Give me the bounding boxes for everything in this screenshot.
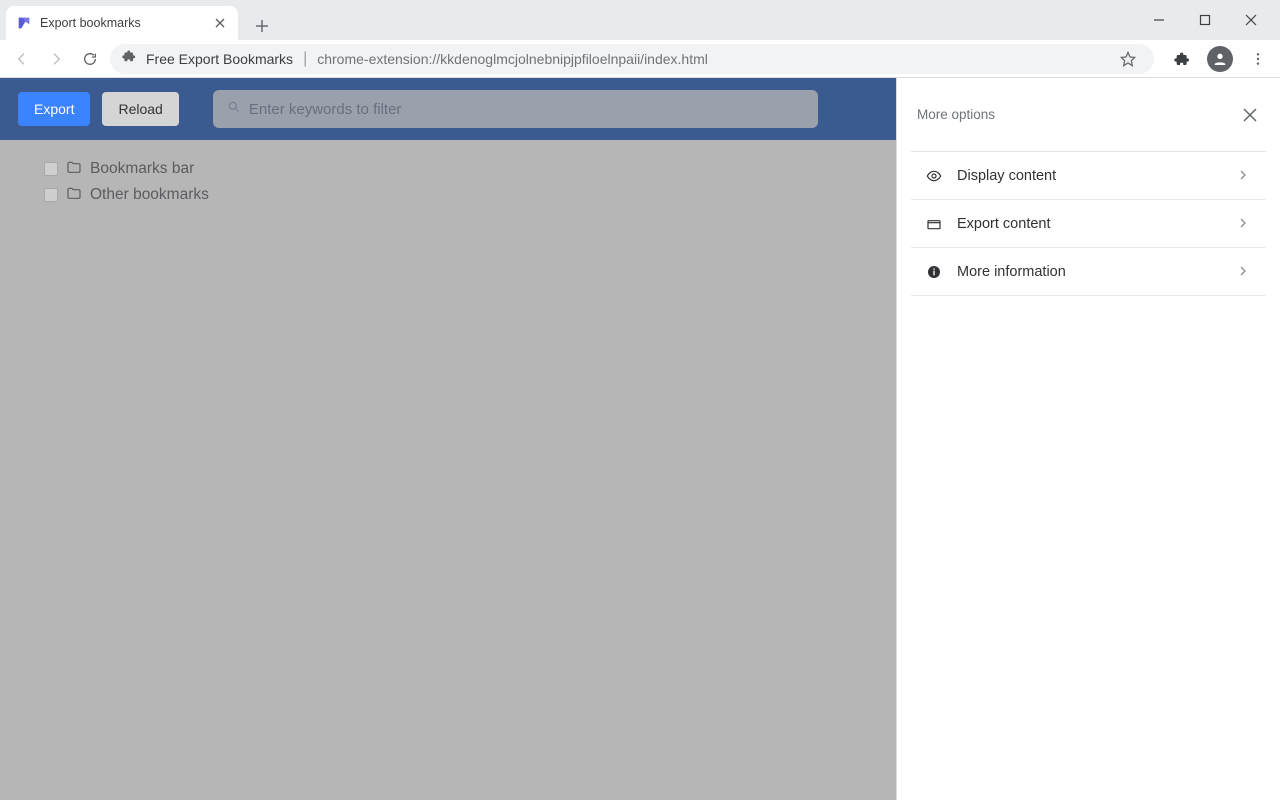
sidepanel-close-icon[interactable] <box>1238 103 1262 127</box>
window-close-button[interactable] <box>1228 4 1274 36</box>
folder-icon <box>66 186 82 205</box>
browser-toolbar: Free Export Bookmarks | chrome-extension… <box>0 40 1280 78</box>
extensions-icon[interactable] <box>1168 45 1196 73</box>
tree-row[interactable]: Other bookmarks <box>44 182 852 208</box>
chevron-right-icon <box>1238 263 1248 281</box>
toolbar-right-icons <box>1160 45 1272 73</box>
window-controls <box>1136 0 1280 40</box>
folder-icon <box>66 160 82 179</box>
nav-forward-button[interactable] <box>42 45 70 73</box>
export-icon <box>925 216 943 232</box>
page-content: Export Reload Bookmarks bar <box>0 78 896 800</box>
more-options-panel: More options Display content Export cont… <box>896 78 1280 800</box>
browser-titlebar: Export bookmarks <box>0 0 1280 40</box>
reload-button[interactable]: Reload <box>102 92 178 126</box>
viewport: Export Reload Bookmarks bar <box>0 78 1280 800</box>
nav-reload-button[interactable] <box>76 45 104 73</box>
filter-box[interactable] <box>213 90 818 128</box>
page-header: Export Reload <box>0 78 896 140</box>
tab-close-icon[interactable] <box>212 15 228 31</box>
window-maximize-button[interactable] <box>1182 4 1228 36</box>
bookmark-tree: Bookmarks bar Other bookmarks <box>0 140 896 800</box>
extension-icon <box>122 49 136 68</box>
sidepanel-item-export-content[interactable]: Export content <box>911 200 1266 248</box>
omnibox-secondary-text: chrome-extension://kkdenoglmcjolnebnipjp… <box>317 51 708 67</box>
omnibox-primary-text: Free Export Bookmarks <box>146 51 293 67</box>
eye-icon <box>925 168 943 184</box>
info-icon <box>925 264 943 280</box>
omnibox[interactable]: Free Export Bookmarks | chrome-extension… <box>110 44 1154 74</box>
tree-row[interactable]: Bookmarks bar <box>44 156 852 182</box>
sidepanel-item-label: Display content <box>957 168 1224 184</box>
sidepanel-item-display-content[interactable]: Display content <box>911 152 1266 200</box>
checkbox[interactable] <box>44 188 58 202</box>
new-tab-button[interactable] <box>248 12 276 40</box>
nav-back-button[interactable] <box>8 45 36 73</box>
sidepanel-header: More options <box>897 78 1280 151</box>
search-icon <box>227 100 241 119</box>
omnibox-separator: | <box>303 50 307 68</box>
tree-row-label: Bookmarks bar <box>90 160 194 178</box>
tree-row-label: Other bookmarks <box>90 186 209 204</box>
bookmark-star-icon[interactable] <box>1114 45 1142 73</box>
window-minimize-button[interactable] <box>1136 4 1182 36</box>
export-button[interactable]: Export <box>18 92 90 126</box>
browser-tab[interactable]: Export bookmarks <box>6 6 238 40</box>
browser-menu-icon[interactable] <box>1244 45 1272 73</box>
tab-title: Export bookmarks <box>40 16 212 30</box>
sidepanel-title: More options <box>917 107 995 122</box>
checkbox[interactable] <box>44 162 58 176</box>
sidepanel-item-label: More information <box>957 264 1224 280</box>
sidepanel-item-label: Export content <box>957 216 1224 232</box>
chevron-right-icon <box>1238 215 1248 233</box>
tab-favicon-icon <box>16 15 32 31</box>
tab-strip: Export bookmarks <box>0 6 1136 40</box>
filter-input[interactable] <box>249 101 804 118</box>
chevron-right-icon <box>1238 167 1248 185</box>
profile-avatar[interactable] <box>1206 45 1234 73</box>
sidepanel-item-more-information[interactable]: More information <box>911 248 1266 296</box>
